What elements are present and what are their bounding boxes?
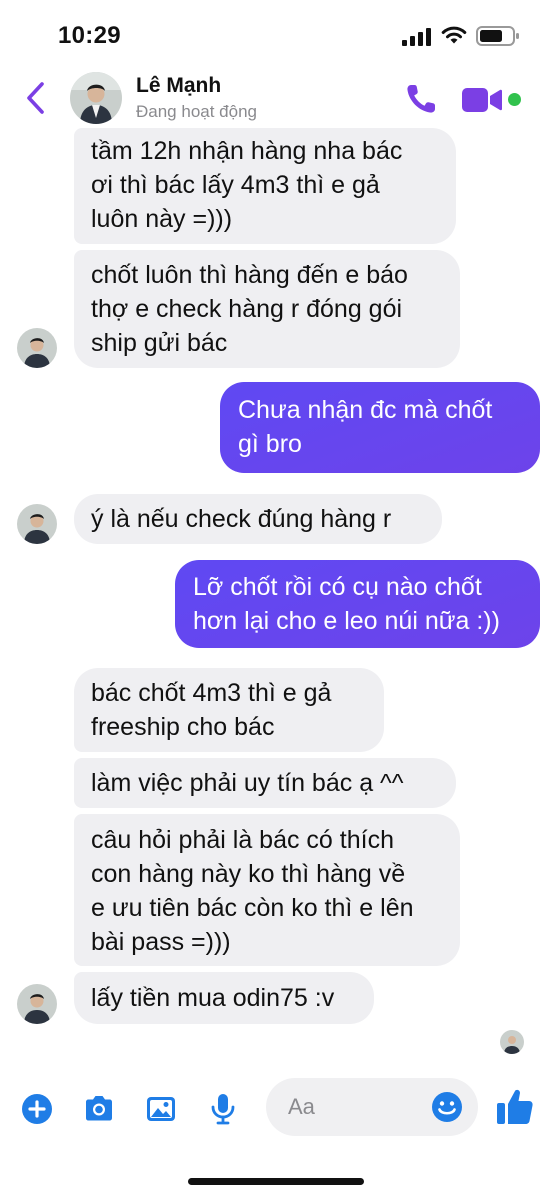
message-incoming[interactable]: tầm 12h nhận hàng nha bác ơi thì bác lấy… <box>74 128 456 244</box>
video-camera-icon[interactable] <box>462 86 502 114</box>
message-outgoing[interactable]: Lỡ chốt rồi có cụ nào chốt hơn lại cho e… <box>175 560 540 648</box>
battery-icon <box>476 26 519 46</box>
home-indicator <box>188 1178 364 1185</box>
message-incoming[interactable]: ý là nếu check đúng hàng r <box>74 494 442 544</box>
online-indicator <box>508 93 521 106</box>
status-bar: 10:29 <box>0 0 552 70</box>
camera-icon[interactable] <box>82 1092 116 1126</box>
contact-status: Đang hoạt động <box>136 102 257 121</box>
cellular-signal-icon <box>402 28 431 46</box>
message-input-placeholder: Aa <box>288 1094 315 1119</box>
contact-avatar-small[interactable] <box>17 984 57 1024</box>
contact-avatar-small[interactable] <box>17 504 57 544</box>
plus-circle-icon[interactable] <box>20 1092 54 1126</box>
thumbs-up-icon[interactable] <box>496 1086 534 1126</box>
smiley-icon[interactable] <box>430 1090 464 1124</box>
seen-receipt-avatar <box>500 1030 524 1054</box>
wifi-icon <box>441 26 467 44</box>
message-incoming[interactable]: làm việc phải uy tín bác ạ ^^ <box>74 758 456 808</box>
message-incoming[interactable]: câu hỏi phải là bác có thích con hàng nà… <box>74 814 460 966</box>
contact-name: Lê Mạnh <box>136 74 222 97</box>
status-time: 10:29 <box>58 22 121 49</box>
message-incoming[interactable]: lấy tiền mua odin75 :v <box>74 972 374 1024</box>
message-incoming[interactable]: chốt luôn thì hàng đến e báo thợ e check… <box>74 250 460 368</box>
chat-header: Lê Mạnh Đang hoạt động <box>0 66 552 128</box>
contact-avatar[interactable] <box>70 72 122 124</box>
message-incoming[interactable]: bác chốt 4m3 thì e gả freeship cho bác <box>74 668 384 752</box>
image-icon[interactable] <box>144 1092 178 1126</box>
composer-bar: Aa <box>0 1078 552 1142</box>
microphone-icon[interactable] <box>206 1092 240 1126</box>
phone-icon[interactable] <box>404 82 438 116</box>
chevron-left-icon[interactable] <box>22 80 50 116</box>
contact-avatar-small[interactable] <box>17 328 57 368</box>
message-outgoing[interactable]: Chưa nhận đc mà chốt gì bro <box>220 382 540 473</box>
